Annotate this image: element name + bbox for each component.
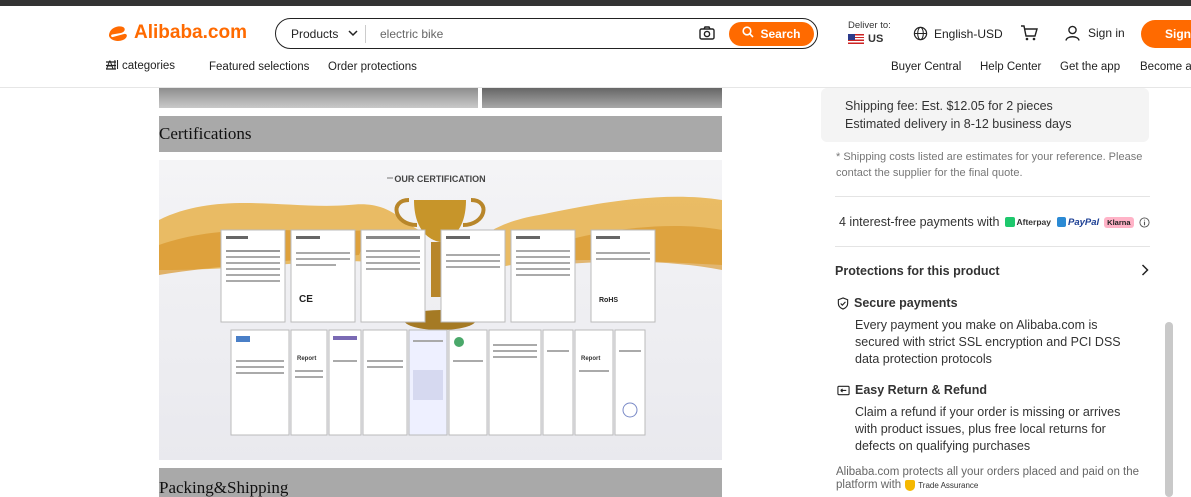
trade-assurance-prefix: platform with: [836, 479, 902, 491]
product-photo-strip: [159, 88, 722, 108]
nav-featured-selections[interactable]: Featured selections: [209, 61, 309, 73]
certifications-heading: Certifications: [159, 116, 722, 152]
divider: [835, 246, 1150, 247]
shipping-estimate-box: Shipping fee: Est. $12.05 for 2 pieces E…: [821, 88, 1149, 142]
info-icon[interactable]: [1138, 216, 1150, 228]
search-category-select[interactable]: Products: [276, 24, 366, 43]
user-icon: [1065, 25, 1080, 41]
deliver-to-label: Deliver to:: [848, 20, 891, 31]
afterpay-label: Afterpay: [1016, 217, 1051, 227]
factory-photo: [159, 88, 478, 108]
protections-title: Protections for this product: [835, 264, 1000, 278]
trade-assurance-icon: [905, 479, 916, 491]
us-flag-icon: [848, 34, 864, 44]
chevron-down-icon: [348, 28, 358, 40]
globe-icon: [913, 26, 928, 41]
easy-return-title: Easy Return & Refund: [837, 383, 987, 397]
deliver-to[interactable]: Deliver to: US: [848, 20, 891, 45]
return-box-icon: [837, 385, 850, 396]
protections-header[interactable]: Protections for this product: [835, 264, 1149, 279]
alibaba-logo[interactable]: Alibaba.com: [106, 22, 247, 44]
paypal-icon: PayPal: [1056, 216, 1100, 228]
product-description: Certifications OUR CERTIFICATION CE RoHS: [0, 88, 800, 497]
order-sidebar: Shipping fee: Est. $12.05 for 2 pieces E…: [820, 88, 1165, 497]
installment-label: 4 interest-free payments with: [839, 215, 1000, 229]
all-categories-label: All categories: [106, 59, 176, 72]
rohs-mark: RoHS: [599, 297, 618, 304]
shipping-fee: Shipping fee: Est. $12.05 for 2 pieces: [845, 99, 1053, 113]
easy-return-label: Easy Return & Refund: [855, 383, 987, 397]
easy-return-desc: Claim a refund if your order is missing …: [855, 405, 1121, 419]
ce-mark: CE: [299, 294, 313, 305]
certificate-documents-row-2: Report Report: [230, 329, 646, 436]
secure-payments-label: Secure payments: [854, 296, 958, 310]
trade-assurance-badge[interactable]: Trade Assurance: [905, 479, 979, 491]
factory-photo: [482, 88, 722, 108]
signup-label: Sign up: [1165, 27, 1191, 41]
nav-get-app[interactable]: Get the app: [1060, 61, 1120, 73]
search-icon: [742, 26, 755, 41]
afterpay-icon: Afterpay: [1004, 217, 1051, 227]
search-button[interactable]: Search: [729, 21, 814, 46]
search-button-label: Search: [760, 26, 801, 41]
secure-payments-desc: Every payment you make on Alibaba.com is: [855, 318, 1098, 332]
nav-buyer-central[interactable]: Buyer Central: [891, 61, 961, 73]
camera-icon[interactable]: [699, 25, 719, 42]
certificate-banner-title: OUR CERTIFICATION: [394, 174, 485, 184]
site-header: Alibaba.com Products electric bike Searc…: [0, 6, 1191, 88]
signin-label: Sign in: [1088, 26, 1125, 40]
certification-image: OUR CERTIFICATION CE RoHS Report Report: [159, 160, 722, 460]
chevron-right-icon: [1141, 264, 1149, 279]
easy-return-desc: with product issues, plus free local ret…: [855, 422, 1106, 436]
paypal-label: PayPal: [1067, 216, 1100, 228]
deliver-country: US: [868, 33, 884, 45]
signup-button[interactable]: Sign up: [1141, 20, 1191, 48]
report-label: Report: [581, 356, 600, 362]
packing-shipping-heading: Packing&Shipping: [159, 468, 722, 497]
logo-text: Alibaba.com: [134, 22, 247, 43]
trade-assurance-label: Trade Assurance: [918, 480, 979, 490]
search-category-label: Products: [291, 26, 339, 41]
search-input[interactable]: electric bike: [380, 27, 699, 41]
cart-icon: [1021, 25, 1038, 41]
secure-payments-desc: secured with strict SSL encryption and P…: [855, 335, 1121, 349]
shipping-note-line1: * Shipping costs listed are estimates fo…: [836, 151, 1143, 163]
alibaba-logo-icon: [106, 22, 130, 44]
sidebar-scrollbar[interactable]: [1165, 322, 1173, 497]
trade-assurance-note: Alibaba.com protects all your orders pla…: [836, 466, 1140, 478]
divider: [835, 196, 1150, 197]
shield-check-icon: [837, 296, 849, 310]
trade-assurance-line2: platform with Trade Assurance: [836, 479, 978, 491]
language-currency-label: English-USD: [934, 26, 1003, 41]
installment-payments: 4 interest-free payments with Afterpay P…: [839, 215, 1150, 229]
nav-help-center[interactable]: Help Center: [980, 61, 1041, 73]
language-currency-selector[interactable]: English-USD: [913, 26, 1003, 41]
nav-order-protections[interactable]: Order protections: [328, 61, 417, 73]
all-categories-menu[interactable]: All categories: [106, 60, 175, 72]
secure-payments-desc: data protection protocols: [855, 352, 992, 366]
search-bar: Products electric bike Search: [275, 18, 818, 49]
nav-become-supplier[interactable]: Become a supplier: [1140, 61, 1191, 73]
secure-payments-title: Secure payments: [837, 296, 958, 310]
certification-banner-graphic: OUR CERTIFICATION CE RoHS Report Report: [159, 174, 722, 436]
klarna-icon: Klarna: [1104, 216, 1134, 228]
shipping-note-line2: contact the supplier for the final quote…: [836, 167, 1023, 179]
easy-return-desc: defects on qualifying purchases: [855, 439, 1031, 453]
estimated-delivery: Estimated delivery in 8-12 business days: [845, 117, 1072, 131]
cart-button[interactable]: [1020, 25, 1038, 46]
signin-link[interactable]: Sign in: [1065, 25, 1125, 41]
report-label: Report: [297, 356, 316, 362]
